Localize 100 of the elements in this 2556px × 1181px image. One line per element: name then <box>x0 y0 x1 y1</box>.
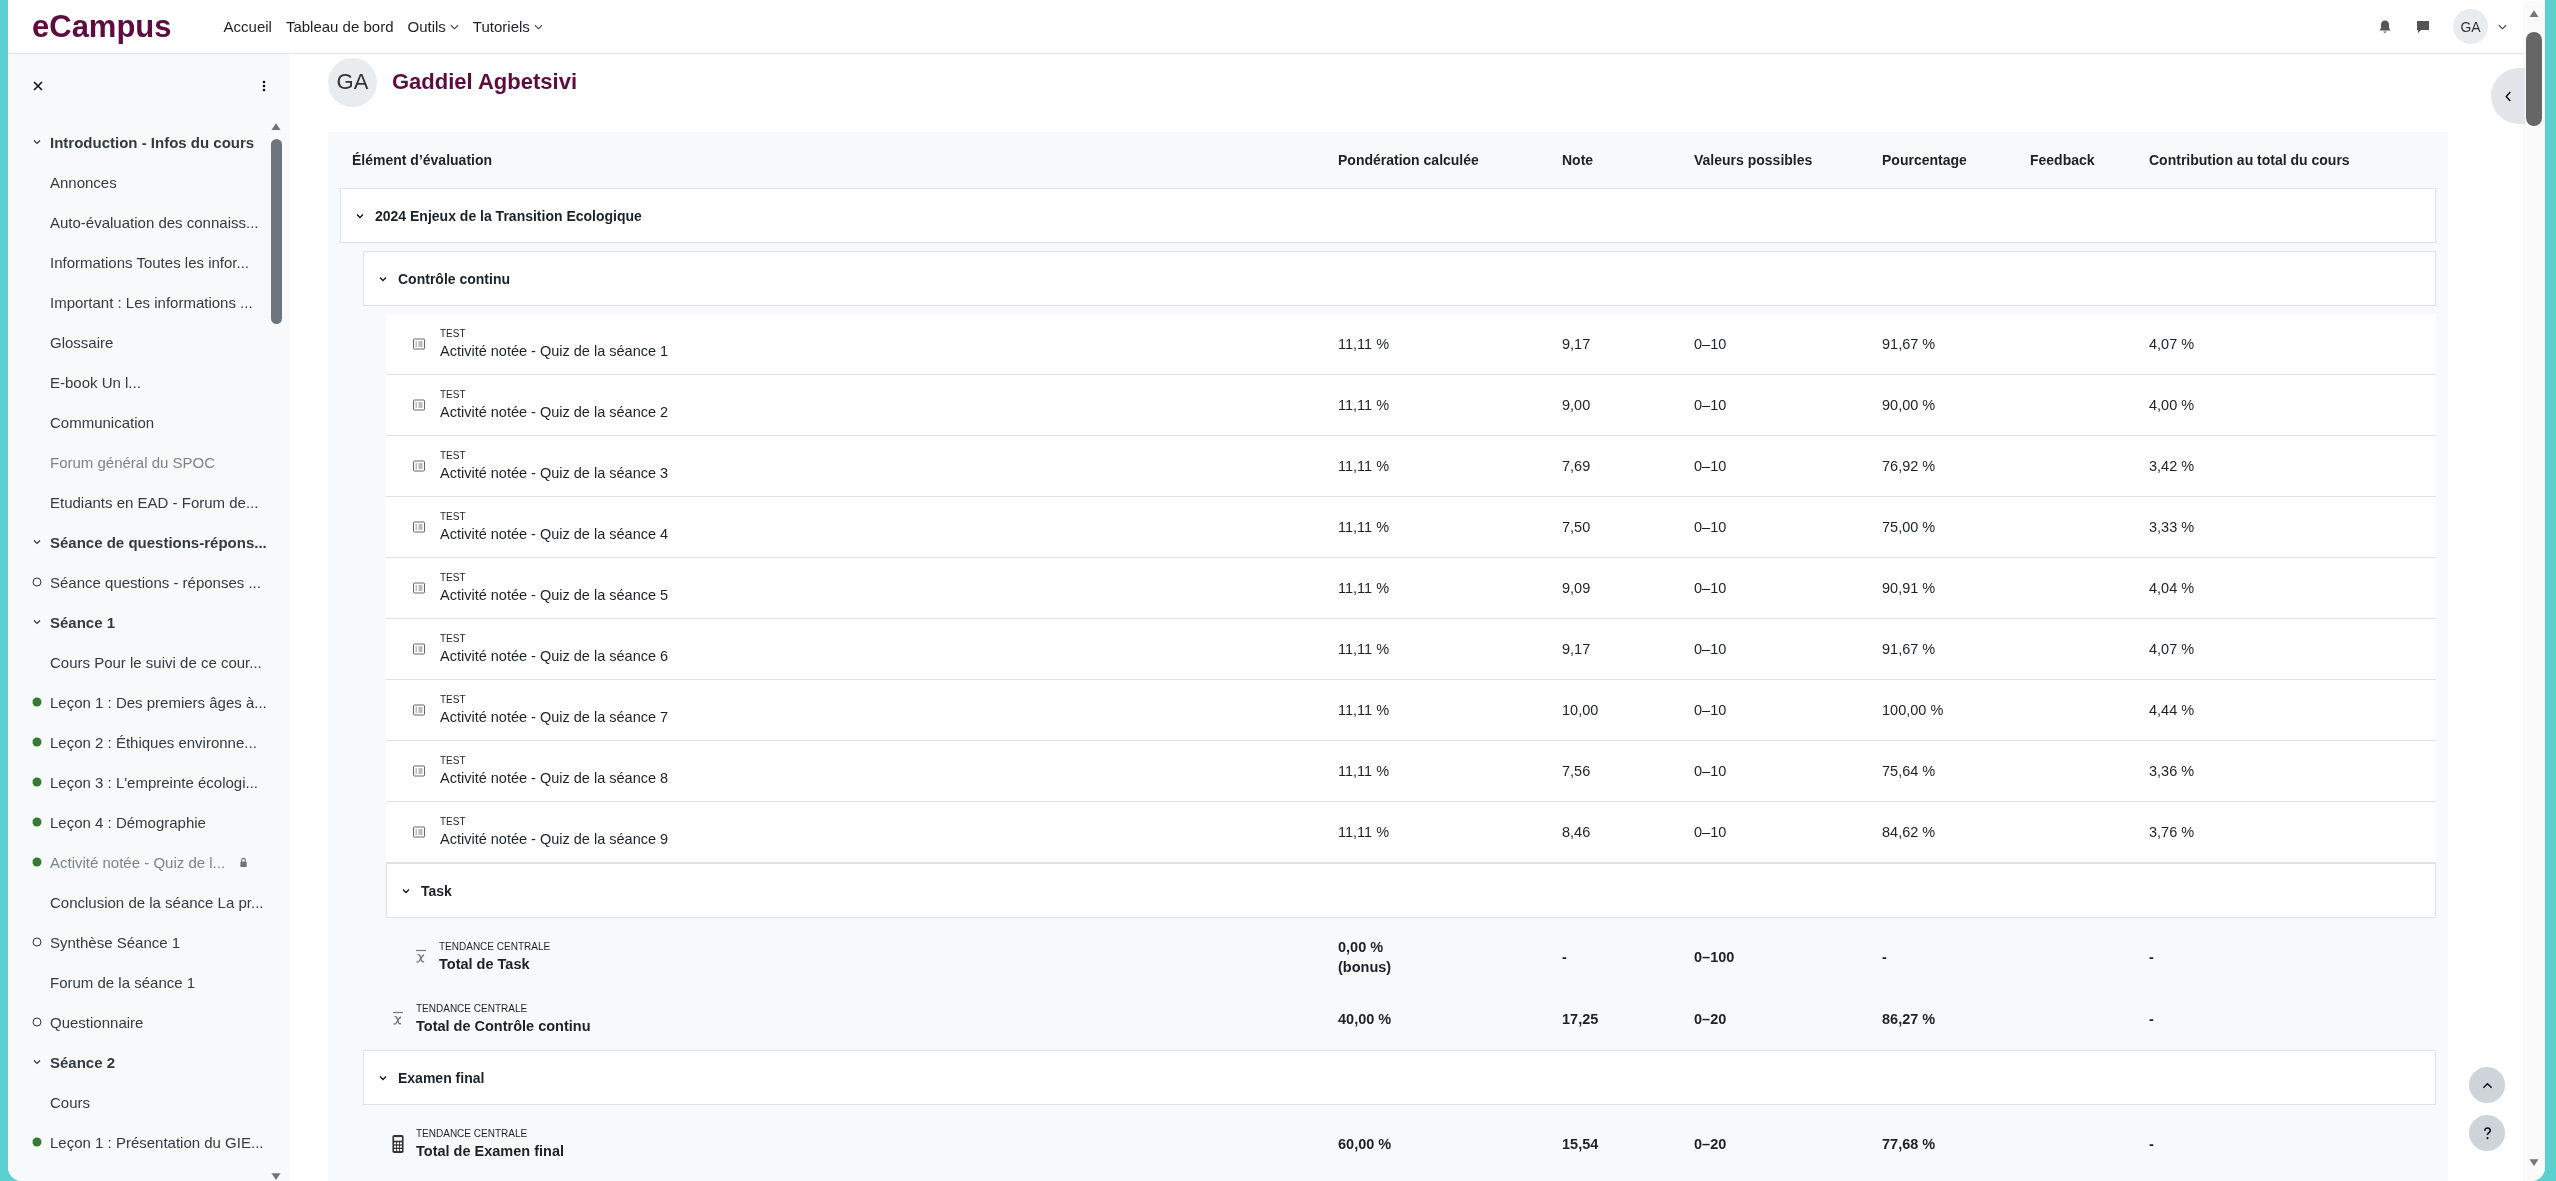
chevron-icon[interactable] <box>32 617 42 627</box>
scrollbar-thumb[interactable] <box>2526 32 2542 126</box>
range-value: 0–10 <box>1694 701 1728 720</box>
chevron-icon[interactable] <box>32 137 42 147</box>
section-title[interactable]: Séance de questions-répons... <box>50 533 267 551</box>
item-type-label: TEST <box>440 754 467 768</box>
notification-bell-icon[interactable] <box>2377 18 2393 35</box>
item-type-label: TEST <box>440 510 467 524</box>
weight-value: 11,11 % <box>1338 701 1391 720</box>
nav-link[interactable]: Outils <box>407 18 459 35</box>
course-link[interactable]: Synthèse Séance 1 <box>50 933 181 951</box>
chevron-icon[interactable] <box>32 537 42 547</box>
grade-value: 9,17 <box>1562 335 1592 354</box>
site-logo[interactable]: eCampus <box>32 8 172 45</box>
help-button[interactable] <box>2469 1115 2505 1151</box>
contribution-value: 4,04 % <box>2149 579 2196 598</box>
weight-value: 60,00 % <box>1338 1135 1393 1154</box>
user-name[interactable]: Gaddiel Agbetsivi <box>392 69 577 95</box>
course-link[interactable]: Séance questions - réponses ... <box>50 573 261 591</box>
grade-item-link[interactable]: Activité notée - Quiz de la séance 9 <box>440 829 669 849</box>
grade-value: 15,54 <box>1562 1135 1600 1154</box>
contribution-value: 3,33 % <box>2149 518 2196 537</box>
contribution-value: 4,44 % <box>2149 701 2196 720</box>
total-name: Total de Contrôle continu <box>416 1017 591 1036</box>
course-link[interactable]: Informations Toutes les infor... <box>50 253 249 271</box>
quiz-icon <box>412 764 426 778</box>
category-row[interactable]: Examen final <box>363 1050 2436 1105</box>
quiz-icon <box>412 520 426 534</box>
category-row[interactable]: 2024 Enjeux de la Transition Ecologique <box>340 188 2436 243</box>
grade-value: 7,50 <box>1562 518 1592 537</box>
weight-value: 11,11 % <box>1338 457 1391 476</box>
course-link[interactable]: Annonces <box>50 173 117 191</box>
course-link[interactable]: Communication <box>50 413 155 431</box>
course-link[interactable]: Leçon 3 : L'empreinte écologi... <box>50 773 258 791</box>
contribution-value: - <box>2149 948 2155 967</box>
percentage-value: 91,67 % <box>1882 640 1937 659</box>
item-type-label: TEST <box>440 327 467 341</box>
course-link[interactable]: Forum de la séance 1 <box>50 973 196 991</box>
grade-item-link[interactable]: Activité notée - Quiz de la séance 6 <box>440 646 669 666</box>
grade-value: 8,46 <box>1562 823 1592 842</box>
section-title[interactable]: Séance 1 <box>50 613 116 631</box>
course-link[interactable]: E-book Un l... <box>50 373 141 391</box>
range-value: 0–10 <box>1694 762 1728 781</box>
chevron-icon[interactable] <box>32 1057 42 1067</box>
user-avatar[interactable]: GA <box>2453 9 2488 44</box>
quiz-icon <box>412 459 426 473</box>
category-name: Contrôle continu <box>398 270 510 287</box>
grade-item-link[interactable]: Activité notée - Quiz de la séance 3 <box>440 463 669 483</box>
grade-item-link[interactable]: Activité notée - Quiz de la séance 2 <box>440 402 669 422</box>
course-link[interactable]: Cours Pour le suivi de ce cour... <box>50 653 262 671</box>
help-icon <box>2481 1125 2493 1141</box>
quiz-icon <box>412 337 426 351</box>
range-value: 0–20 <box>1694 1010 1728 1029</box>
course-link[interactable]: Activité notée - Quiz de l... <box>50 853 226 871</box>
caret-icon[interactable] <box>2498 23 2507 30</box>
percentage-value: 84,62 % <box>1882 823 1937 842</box>
weight-value: 11,11 % <box>1338 396 1391 415</box>
item-type-label: TEST <box>440 815 467 829</box>
item-type-label: TEST <box>440 449 467 463</box>
course-link[interactable]: Leçon 4 : Démographie <box>50 813 206 831</box>
grade-item-link[interactable]: Activité notée - Quiz de la séance 1 <box>440 341 669 361</box>
item-type-label: TEST <box>440 571 467 585</box>
section-title[interactable]: Séance 2 <box>50 1053 116 1071</box>
scrollbar-thumb[interactable] <box>270 139 282 324</box>
category-row[interactable]: Contrôle continu <box>363 251 2436 306</box>
course-link[interactable]: Auto-évaluation des connaiss... <box>50 213 259 231</box>
item-type-label: TEST <box>440 388 467 402</box>
nav-link[interactable]: Tutoriels <box>472 18 543 35</box>
grade-item-link[interactable]: Activité notée - Quiz de la séance 7 <box>440 707 669 727</box>
course-link[interactable]: Etudiants en EAD - Forum de... <box>50 493 259 511</box>
course-link[interactable]: Leçon 1 : Présentation du GIE... <box>50 1133 264 1151</box>
course-link[interactable]: Forum général du SPOC <box>50 453 216 471</box>
scroll-down-arrow-icon[interactable] <box>270 1172 282 1181</box>
grade-value: 17,25 <box>1562 1010 1600 1029</box>
grade-item-link[interactable]: Activité notée - Quiz de la séance 4 <box>440 524 669 544</box>
course-link[interactable]: Questionnaire <box>50 1013 144 1031</box>
quiz-icon <box>412 703 426 717</box>
scroll-up-arrow-icon[interactable] <box>270 122 282 131</box>
category-row[interactable]: Task <box>386 863 2436 918</box>
range-value: 0–10 <box>1694 823 1728 842</box>
course-link[interactable]: Cours <box>50 1093 90 1111</box>
grade-value: 9,00 <box>1562 396 1592 415</box>
course-link[interactable]: Important : Les informations ... <box>50 293 253 311</box>
course-link[interactable]: Conclusion de la séance La pr... <box>50 893 264 911</box>
scroll-down-arrow-icon[interactable] <box>2528 1158 2540 1167</box>
nav-link[interactable]: Tableau de bord <box>285 18 394 35</box>
column-header: Pondération calculée <box>1337 152 1480 168</box>
close-icon[interactable] <box>32 80 44 92</box>
course-link[interactable]: Leçon 2 : Éthiques environne... <box>50 733 257 751</box>
section-title[interactable]: Introduction - Infos du cours <box>50 133 255 151</box>
nav-link[interactable]: Accueil <box>223 18 272 35</box>
course-link[interactable]: Leçon 1 : Des premiers âges à... <box>50 693 267 711</box>
percentage-value: 75,64 % <box>1882 762 1937 781</box>
course-link[interactable]: Glossaire <box>50 333 114 351</box>
user-avatar: GA <box>328 57 377 107</box>
grade-item-link[interactable]: Activité notée - Quiz de la séance 5 <box>440 585 669 605</box>
scroll-up-arrow-icon[interactable] <box>2528 9 2540 18</box>
grade-item-link[interactable]: Activité notée - Quiz de la séance 8 <box>440 768 669 788</box>
chat-bubble-icon[interactable] <box>2415 18 2431 35</box>
grade-value: 10,00 <box>1562 701 1600 720</box>
